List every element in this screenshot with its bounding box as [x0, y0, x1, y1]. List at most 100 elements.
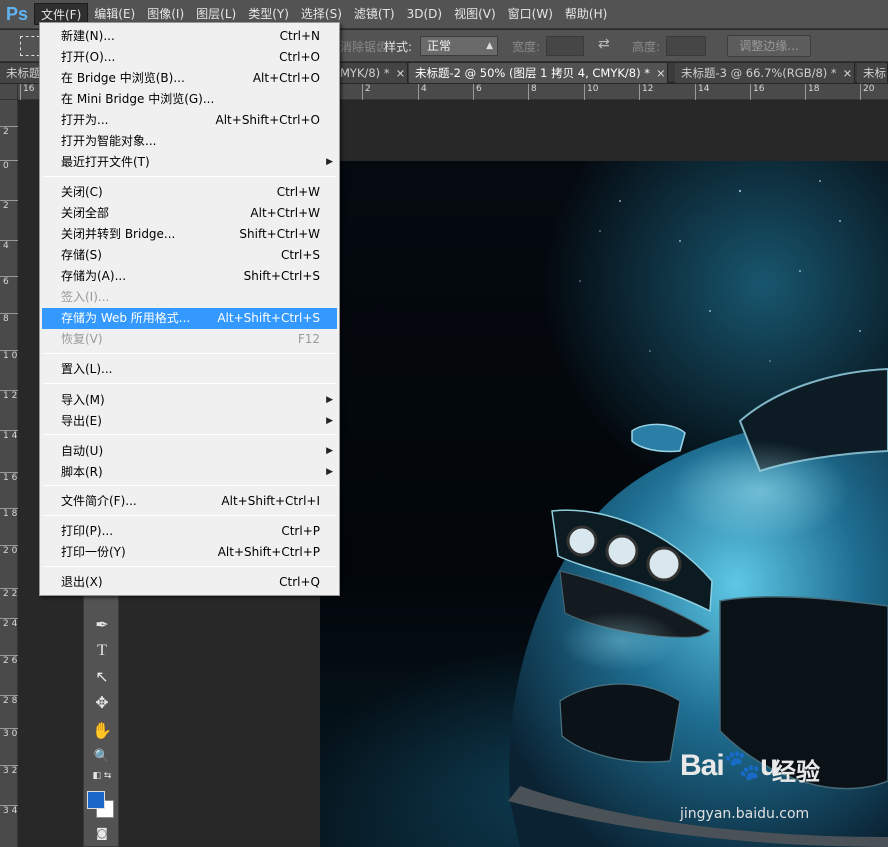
height-input[interactable]	[666, 36, 706, 56]
menu-item-close-go-bridge[interactable]: 关闭并转到 Bridge... Shift+Ctrl+W	[42, 224, 337, 245]
quick-mask-icon[interactable]: ◙	[88, 823, 116, 843]
menu-item-label: 恢复(V)	[61, 332, 103, 346]
menu-item-label: 签入(I)...	[61, 290, 110, 304]
menu-item-open-as[interactable]: 打开为... Alt+Shift+Ctrl+O	[42, 110, 337, 131]
foreground-color-swatch[interactable]	[87, 791, 105, 809]
menu-3d[interactable]: 3D(D)	[401, 3, 448, 25]
menu-item-browse-bridge[interactable]: 在 Bridge 中浏览(B)... Alt+Ctrl+O	[42, 68, 337, 89]
shortcut-text: F12	[297, 332, 320, 346]
shortcut-text: Alt+Shift+Ctrl+I	[221, 494, 320, 508]
file-menu-dropdown: 新建(N)... Ctrl+N 打开(O)... Ctrl+O 在 Bridge 中…	[39, 22, 340, 596]
close-icon[interactable]: ×	[843, 66, 853, 80]
document-tab-active[interactable]: 未标题-2 @ 50% (图层 1 拷贝 4, CMYK/8) * ×	[409, 63, 668, 83]
ruler-tick: 16	[20, 84, 34, 100]
menu-item-print-one-copy[interactable]: 打印一份(Y) Alt+Shift+Ctrl+P	[42, 542, 337, 563]
tab-label: 未标题-3 @ 66.7%(RGB/8) *	[681, 66, 837, 80]
swap-arrows-icon[interactable]: ⇄	[598, 36, 610, 52]
menu-item-scripts[interactable]: 脚本(R) ▶	[42, 462, 337, 483]
menu-item-print[interactable]: 打印(P)... Ctrl+P	[42, 521, 337, 542]
menu-item-import[interactable]: 导入(M) ▶	[42, 390, 337, 411]
menu-separator	[43, 515, 336, 516]
ruler-tick: 1 6	[0, 472, 18, 483]
menu-item-new[interactable]: 新建(N)... Ctrl+N	[42, 26, 337, 47]
menu-item-automate[interactable]: 自动(U) ▶	[42, 441, 337, 462]
menu-item-recent-files[interactable]: 最近打开文件(T) ▶	[42, 152, 337, 173]
menu-item-file-info[interactable]: 文件简介(F)... Alt+Shift+Ctrl+I	[42, 491, 337, 512]
menu-item-label: 导出(E)	[61, 414, 102, 428]
menu-help[interactable]: 帮助(H)	[559, 3, 613, 25]
close-icon[interactable]: ×	[656, 66, 666, 80]
menu-separator	[43, 485, 336, 486]
menu-item-browse-mini-bridge[interactable]: 在 Mini Bridge 中浏览(G)...	[42, 89, 337, 110]
type-tool-icon[interactable]: T	[88, 639, 116, 663]
ruler-tick: 8	[528, 84, 537, 100]
default-colors-icon[interactable]: ◧ ⇆	[88, 769, 116, 783]
style-label: 样式:	[384, 40, 413, 54]
menu-item-check-in: 签入(I)...	[42, 287, 337, 308]
width-label: 宽度:	[512, 40, 541, 54]
menu-item-label: 打开(O)...	[61, 50, 116, 64]
ruler-tick: 6	[0, 276, 18, 287]
ruler-tick: 2 2	[0, 588, 18, 599]
ruler-tick: 4	[418, 84, 427, 100]
document-canvas[interactable]	[320, 161, 888, 847]
width-input[interactable]	[546, 36, 584, 56]
menu-separator	[43, 353, 336, 354]
vertical-ruler[interactable]: 2 0 2 4 6 8 1 0 1 2 1 4 1 6 1 8 2 0 2 2 …	[0, 100, 18, 847]
menu-item-save-for-web[interactable]: 存储为 Web 所用格式... Alt+Shift+Ctrl+S	[42, 308, 337, 329]
menu-item-export[interactable]: 导出(E) ▶	[42, 411, 337, 432]
document-tab[interactable]: 未标题	[0, 63, 44, 83]
shortcut-text: Shift+Ctrl+W	[239, 227, 320, 241]
shortcut-text: Alt+Shift+Ctrl+P	[217, 545, 320, 559]
ruler-tick: 2 0	[0, 545, 18, 556]
tab-label: 未标题	[6, 66, 41, 80]
shortcut-text: Ctrl+O	[279, 50, 320, 64]
path-selection-icon[interactable]: ↖	[88, 665, 116, 689]
height-label: 高度:	[632, 40, 661, 54]
shortcut-text: Alt+Shift+Ctrl+S	[217, 311, 320, 325]
menu-item-save[interactable]: 存储(S) Ctrl+S	[42, 245, 337, 266]
shortcut-text: Ctrl+Q	[279, 575, 320, 589]
shortcut-text: Alt+Shift+Ctrl+O	[215, 113, 320, 127]
ruler-tick: 3 0	[0, 728, 18, 739]
menu-window[interactable]: 窗口(W)	[502, 3, 559, 25]
ruler-tick: 12	[639, 84, 653, 100]
menu-item-label: 退出(X)	[61, 575, 103, 589]
rectangular-marquee-icon[interactable]	[20, 36, 40, 56]
document-tab[interactable]: 未标	[857, 63, 888, 83]
ruler-tick: 1 2	[0, 390, 18, 401]
menu-filter[interactable]: 滤镜(T)	[348, 3, 401, 25]
hand-tool-icon[interactable]: ✋	[88, 719, 116, 743]
ruler-tick: 4	[0, 240, 18, 251]
ruler-tick: 2 8	[0, 695, 18, 706]
tab-label: MYK/8) *	[340, 66, 390, 80]
menu-item-label: 关闭全部	[61, 206, 110, 220]
refine-edge-button[interactable]: 调整边缘...	[727, 35, 811, 57]
menu-view[interactable]: 视图(V)	[448, 3, 502, 25]
pen-tool-icon[interactable]: ✒	[88, 613, 116, 637]
menu-separator	[43, 383, 336, 384]
document-tab[interactable]: MYK/8) * ×	[334, 63, 408, 83]
ruler-tick: 20	[860, 84, 874, 100]
menu-item-close[interactable]: 关闭(C) Ctrl+W	[42, 182, 337, 203]
menu-item-close-all[interactable]: 关闭全部 Alt+Ctrl+W	[42, 203, 337, 224]
custom-shape-icon[interactable]: ✥	[88, 691, 116, 715]
menu-item-label: 自动(U)	[61, 444, 104, 458]
close-icon[interactable]: ×	[396, 66, 406, 80]
style-select[interactable]: 正常 ▲	[420, 36, 498, 56]
menu-item-open-smart-object[interactable]: 打开为智能对象...	[42, 131, 337, 152]
zoom-tool-icon[interactable]: 🔍	[88, 745, 116, 769]
menu-separator	[43, 176, 336, 177]
ruler-corner[interactable]	[0, 84, 18, 100]
menu-item-exit[interactable]: 退出(X) Ctrl+Q	[42, 572, 337, 593]
menu-item-label: 存储(S)	[61, 248, 102, 262]
menu-item-place[interactable]: 置入(L)...	[42, 359, 337, 380]
submenu-arrow-icon: ▶	[326, 446, 333, 456]
document-tab[interactable]: 未标题-3 @ 66.7%(RGB/8) * ×	[675, 63, 855, 83]
menu-item-open[interactable]: 打开(O)... Ctrl+O	[42, 47, 337, 68]
submenu-arrow-icon: ▶	[326, 157, 333, 167]
ruler-tick: 1 8	[0, 508, 18, 519]
ruler-tick: 2	[0, 126, 18, 137]
menu-item-label: 存储为 Web 所用格式...	[61, 311, 191, 325]
menu-item-save-as[interactable]: 存储为(A)... Shift+Ctrl+S	[42, 266, 337, 287]
